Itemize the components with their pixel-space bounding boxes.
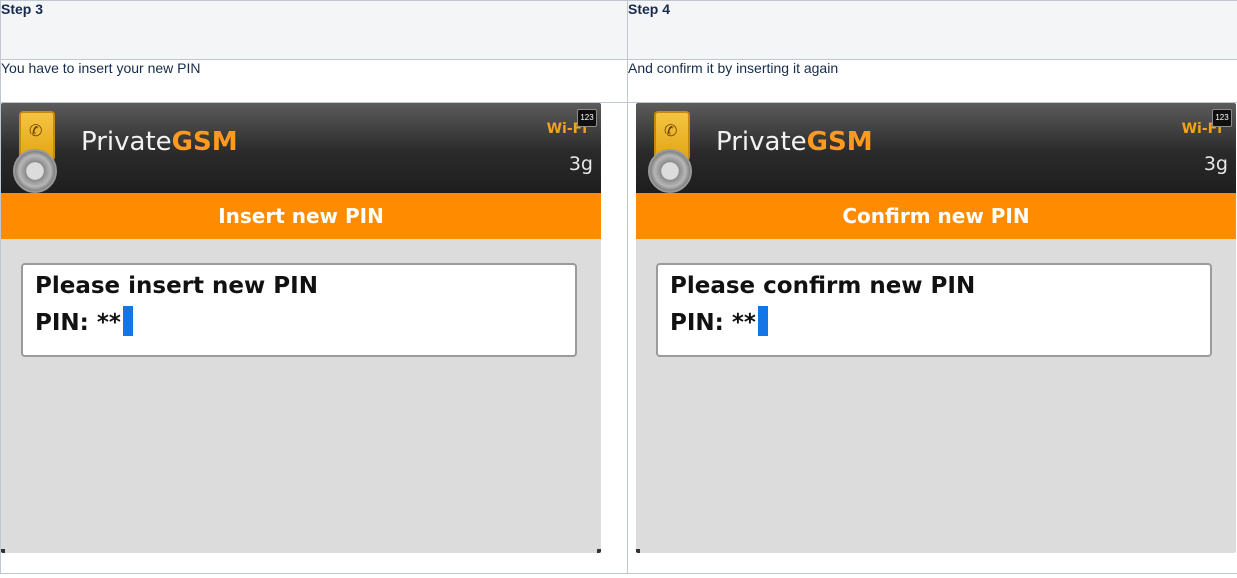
pin-field[interactable]: PIN: ** — [35, 306, 563, 336]
pin-field[interactable]: PIN: ** — [670, 306, 1198, 336]
step-3-description: You have to insert your new PIN — [0, 59, 628, 103]
step-3-screenshot-cell: ✆ PrivateGSM Wi-Fi 123 3g Insert new PIN… — [0, 102, 628, 574]
network-indicator: 3g — [1203, 153, 1228, 175]
screen-title: Confirm new PIN — [636, 193, 1236, 239]
app-logo: ✆ — [13, 111, 67, 193]
app-logo: ✆ — [648, 111, 702, 193]
step-4-description: And confirm it by inserting it again — [627, 59, 1237, 103]
text-cursor — [122, 306, 133, 336]
screen-title: Insert new PIN — [1, 193, 601, 239]
step-4-header: Step 4 — [627, 0, 1237, 60]
app-header-bar: ✆ PrivateGSM Wi-Fi 123 3g — [636, 103, 1236, 193]
pin-input-box[interactable]: Please confirm new PIN PIN: ** — [656, 263, 1212, 357]
app-header-bar: ✆ PrivateGSM Wi-Fi 123 3g — [1, 103, 601, 193]
lock-dial-icon — [648, 149, 692, 193]
corner-mark — [597, 549, 601, 553]
step-3-header: Step 3 — [0, 0, 628, 60]
corner-mark — [1, 549, 5, 553]
phone-screen: ✆ PrivateGSM Wi-Fi 123 3g Insert new PIN… — [1, 103, 601, 553]
brand-name: PrivateGSM — [716, 127, 873, 157]
network-indicator: 3g — [568, 153, 593, 175]
text-cursor — [757, 306, 768, 336]
pin-prompt: Please insert new PIN — [35, 273, 318, 299]
keyboard-badge-icon: 123 — [577, 109, 597, 127]
corner-mark — [636, 549, 640, 553]
pin-prompt: Please confirm new PIN — [670, 273, 976, 299]
pin-label: PIN: — [35, 310, 89, 336]
steps-table: Step 3 Step 4 You have to insert your ne… — [0, 0, 1237, 574]
pin-value: ** — [731, 310, 756, 336]
brand-name: PrivateGSM — [81, 127, 238, 157]
pin-value: ** — [96, 310, 121, 336]
pin-input-box[interactable]: Please insert new PIN PIN: ** — [21, 263, 577, 357]
step-4-screenshot-cell: ✆ PrivateGSM Wi-Fi 123 3g Confirm new PI… — [627, 102, 1237, 574]
keyboard-badge-icon: 123 — [1212, 109, 1232, 127]
lock-dial-icon — [13, 149, 57, 193]
phone-screen: ✆ PrivateGSM Wi-Fi 123 3g Confirm new PI… — [636, 103, 1236, 553]
pin-label: PIN: — [670, 310, 724, 336]
